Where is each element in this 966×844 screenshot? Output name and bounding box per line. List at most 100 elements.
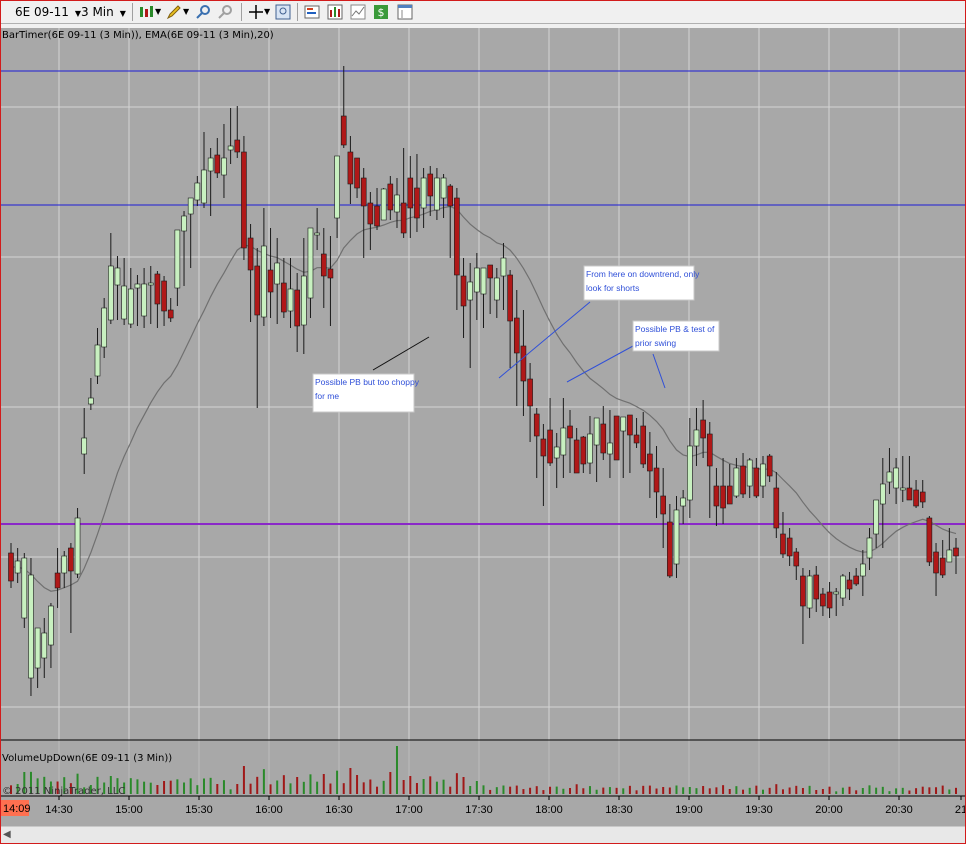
candle-down [8, 552, 14, 582]
candle-down [933, 551, 939, 574]
copyright-label: © 2011 NinjaTrader, LLC [2, 786, 125, 797]
candle-down [660, 495, 666, 515]
candle-up [74, 517, 81, 575]
candle-down [460, 275, 467, 307]
dollar-icon[interactable]: $ [373, 4, 389, 20]
candle-up [440, 177, 447, 199]
candle-up [607, 442, 613, 455]
toolbar-divider [241, 3, 242, 21]
volume-bar [242, 766, 245, 794]
volume-bar [708, 788, 711, 794]
candle-up [467, 281, 473, 301]
volume-bar [376, 786, 379, 794]
candle-down [826, 591, 833, 609]
volume-bar [588, 786, 591, 794]
crosshair-icon[interactable] [248, 4, 264, 20]
volume-bar [369, 779, 372, 794]
volume-bar [382, 780, 385, 794]
volume-bar [409, 776, 412, 794]
volume-bar [316, 781, 319, 794]
candle-down [167, 309, 174, 319]
volume-bar [835, 791, 838, 794]
volume-bar [655, 788, 658, 794]
strategies-icon[interactable] [350, 4, 366, 20]
candle-down [374, 205, 380, 227]
candle-up [733, 467, 740, 497]
zoom-out-icon[interactable] [217, 4, 233, 20]
annotation-text: prior swing [635, 338, 676, 348]
candle-up [840, 575, 846, 599]
candle-up [380, 188, 387, 221]
volume-bar [356, 775, 359, 794]
candle-down [267, 269, 274, 293]
chart-toolbar: 6E 09-11 ▼ 3 Min ▼ ▼ ▼ ▼ $ [1, 1, 965, 24]
candle-down [247, 237, 254, 271]
candle-down [414, 187, 420, 219]
candle-up [687, 445, 693, 501]
bar-style-icon[interactable] [138, 4, 154, 20]
candle-up [181, 215, 187, 232]
candle-up [806, 575, 813, 609]
candle-up [620, 416, 627, 432]
volume-bar [475, 781, 478, 794]
candle-down [567, 425, 573, 439]
volume-bar [868, 785, 871, 794]
volume-bar [955, 787, 957, 794]
indicators-icon[interactable] [327, 4, 343, 20]
instrument-selector[interactable]: 6E 09-11 ▼ [15, 2, 81, 22]
interval-selector[interactable]: 3 Min ▼ [81, 2, 126, 22]
volume-bar [196, 785, 199, 794]
volume-bar [163, 781, 166, 794]
time-tick-label: 18:30 [605, 804, 633, 816]
volume-bar [602, 787, 605, 794]
candle-down [773, 487, 780, 529]
candle-down [720, 485, 726, 509]
volume-bar [176, 779, 179, 794]
candle-up [866, 537, 873, 559]
candle-up [134, 283, 141, 289]
candle-up [274, 262, 280, 285]
chart-area[interactable]: Possible PB but too choppy for me From her… [1, 28, 965, 826]
scroll-left-icon[interactable]: ◀ [3, 829, 11, 840]
data-box-icon[interactable] [304, 4, 320, 20]
candle-down [360, 177, 367, 207]
magnifier-icon[interactable] [275, 4, 291, 20]
candle-down [953, 547, 959, 557]
instrument-label: 6E 09-11 [15, 5, 69, 19]
candle-down [820, 593, 826, 607]
volume-bar [529, 787, 532, 794]
candle-down [540, 438, 547, 457]
chevron-down-icon[interactable]: ▼ [155, 2, 161, 22]
volume-bar [735, 786, 738, 794]
chevron-down-icon[interactable]: ▼ [183, 2, 189, 22]
chevron-down-icon: ▼ [119, 9, 126, 18]
volume-bar [549, 786, 552, 794]
volume-bar [928, 787, 931, 794]
zoom-in-icon[interactable] [195, 4, 211, 20]
horizontal-scrollbar[interactable]: ◀ [1, 826, 965, 843]
candle-up [28, 574, 34, 679]
chevron-down-icon[interactable]: ▼ [264, 2, 270, 22]
volume-bar [742, 789, 745, 794]
pencil-draw-icon[interactable] [166, 4, 182, 20]
volume-bar [688, 787, 691, 794]
volume-bar [202, 778, 205, 794]
volume-bar [855, 790, 858, 794]
volume-bar [222, 780, 225, 794]
volume-bar [395, 746, 398, 794]
volume-bar [329, 783, 332, 794]
volume-bar [495, 787, 498, 794]
candle-down [281, 282, 287, 313]
candle-down [487, 264, 493, 279]
candle-up [261, 245, 267, 318]
candle-up [860, 563, 866, 577]
candle-up [394, 194, 400, 213]
candle-up [221, 157, 227, 176]
candle-up [893, 467, 899, 489]
candle-up [174, 229, 181, 289]
candle-down [354, 157, 360, 189]
volume-bar [183, 782, 186, 794]
properties-icon[interactable] [397, 4, 413, 20]
volume-bar [682, 787, 685, 794]
candle-up [227, 145, 234, 151]
